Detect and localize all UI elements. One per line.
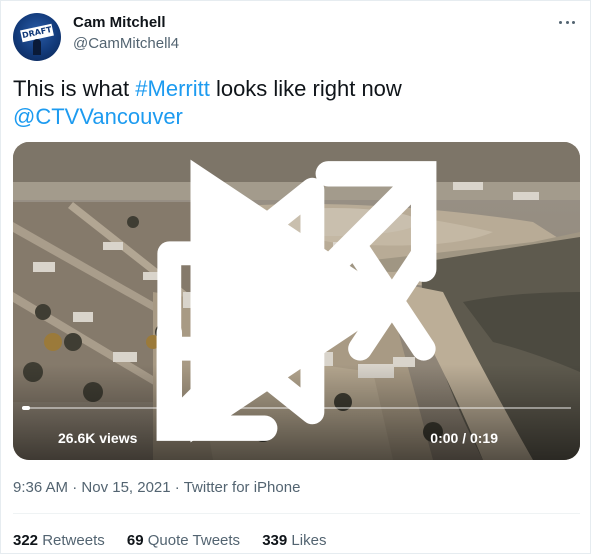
fullscreen-icon[interactable] bbox=[13, 142, 580, 460]
tweet-date[interactable]: Nov 15, 2021 bbox=[81, 479, 170, 496]
avatar-figure-icon bbox=[33, 39, 41, 55]
tweet-meta: 9:36 AM · Nov 15, 2021 · Twitter for iPh… bbox=[13, 479, 300, 496]
likes-label: Likes bbox=[291, 532, 327, 549]
mention-link[interactable]: @CTVVancouver bbox=[13, 104, 183, 129]
retweets-label: Retweets bbox=[42, 532, 105, 549]
meta-separator: · bbox=[170, 479, 184, 496]
more-dot bbox=[559, 20, 562, 24]
author-name[interactable]: Cam Mitchell bbox=[73, 14, 166, 31]
divider bbox=[13, 513, 580, 514]
tweet-text: This is what #Merritt looks like right n… bbox=[13, 75, 573, 131]
likes-count: 339 bbox=[262, 532, 288, 549]
more-dot bbox=[572, 20, 575, 24]
tweet-stats: 322 Retweets 69 Quote Tweets 339 Likes bbox=[13, 532, 344, 549]
more-dot bbox=[565, 20, 569, 24]
meta-separator: · bbox=[68, 479, 82, 496]
retweets-count: 322 bbox=[13, 532, 39, 549]
quote-tweets-count: 69 bbox=[126, 532, 144, 549]
quote-tweets-label: Quote Tweets bbox=[147, 532, 241, 549]
hashtag-link[interactable]: #Merritt bbox=[135, 76, 210, 101]
tweet-text-before: This is what bbox=[13, 76, 136, 101]
avatar[interactable]: DRAFT bbox=[13, 13, 61, 61]
tweet-header: DRAFT Cam Mitchell @CamMitchell4 bbox=[13, 11, 580, 61]
retweets-stat[interactable]: 322 Retweets bbox=[13, 532, 105, 549]
more-options-icon[interactable] bbox=[556, 13, 578, 31]
tweet-time[interactable]: 9:36 AM bbox=[13, 479, 68, 496]
author-handle[interactable]: @CamMitchell4 bbox=[73, 35, 179, 52]
quote-tweets-stat[interactable]: 69 Quote Tweets bbox=[127, 532, 240, 549]
video-player[interactable]: 26.6K views 0:00 / 0:19 bbox=[13, 142, 580, 460]
tweet-card: DRAFT Cam Mitchell @CamMitchell4 This is… bbox=[0, 0, 591, 554]
tweet-text-after: looks like right now bbox=[209, 76, 402, 101]
tweet-source[interactable]: Twitter for iPhone bbox=[184, 479, 301, 496]
likes-stat[interactable]: 339 Likes bbox=[262, 532, 326, 549]
